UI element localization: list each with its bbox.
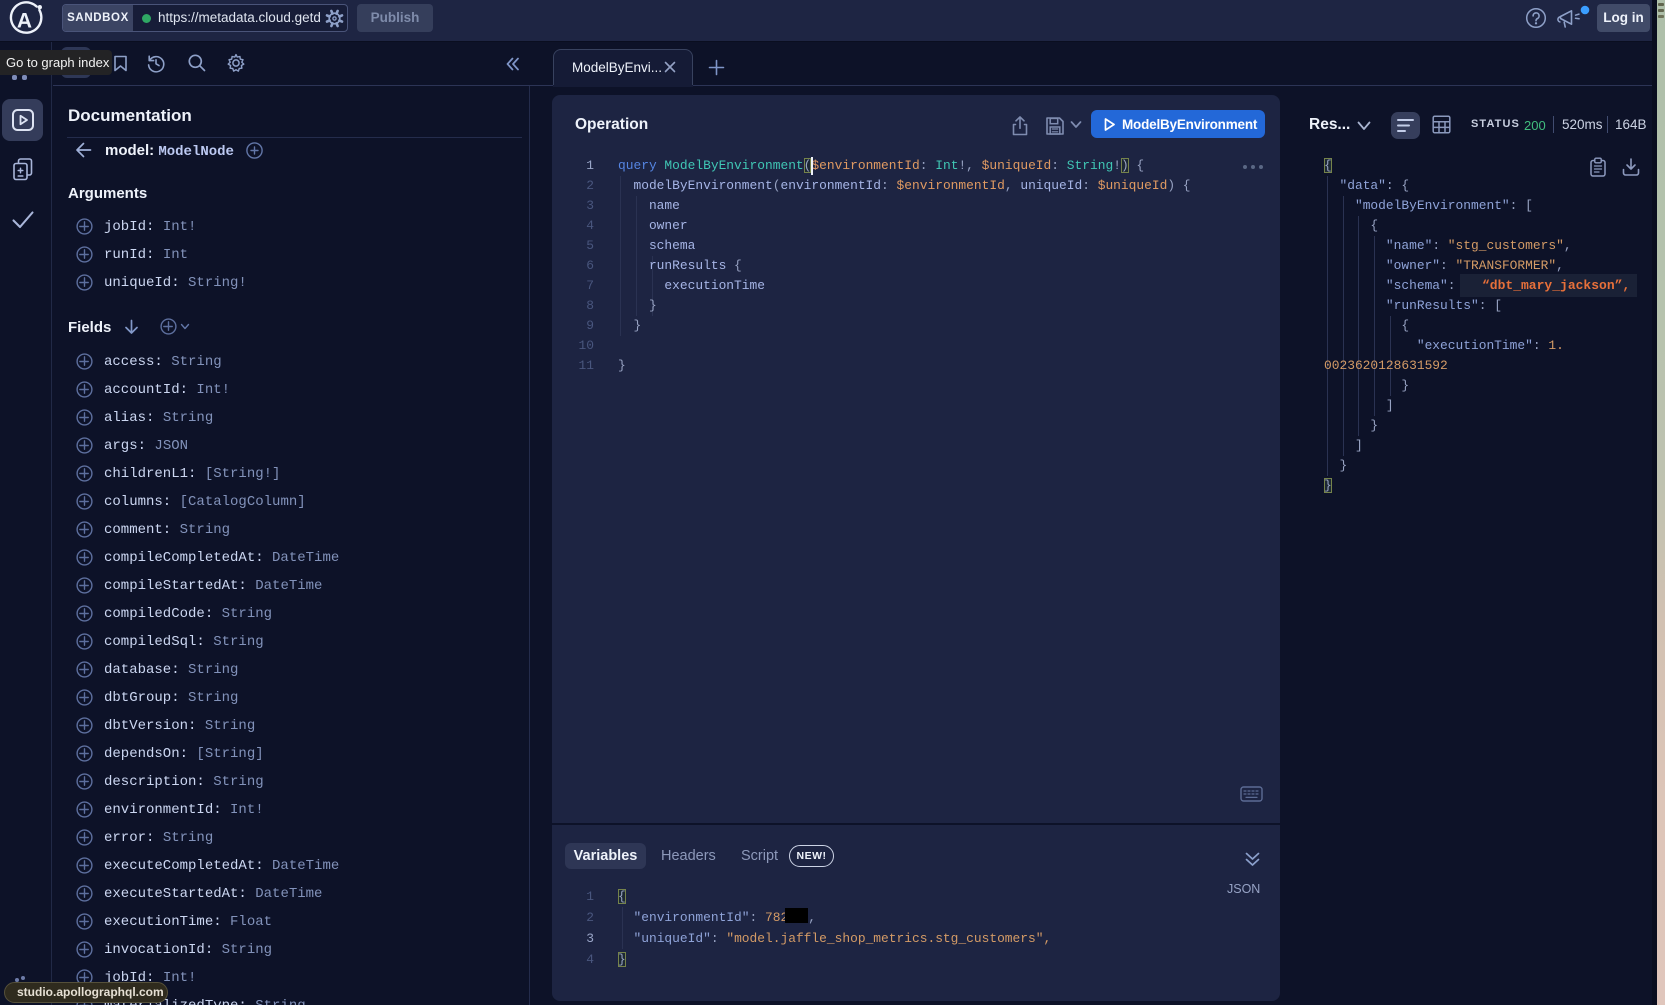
svg-text:A: A	[17, 10, 32, 33]
